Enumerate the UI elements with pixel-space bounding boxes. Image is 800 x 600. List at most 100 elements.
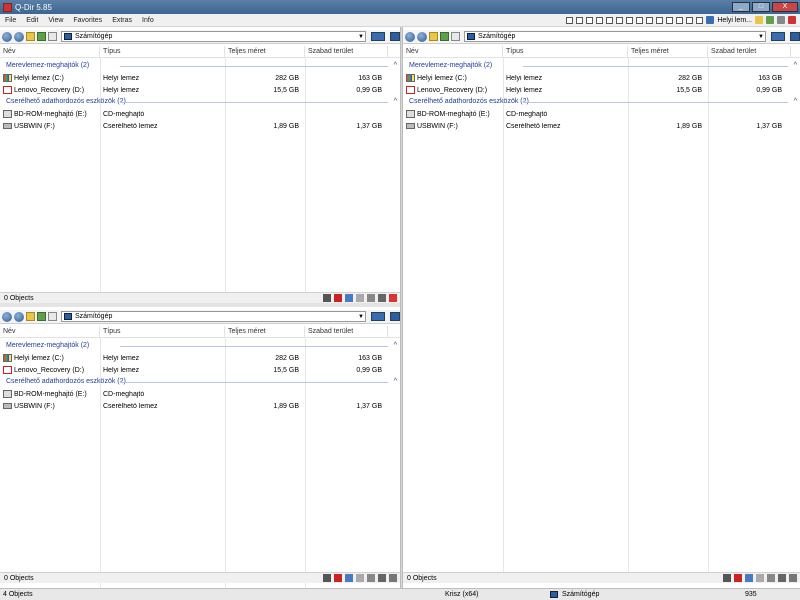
- views-icon[interactable]: [48, 312, 57, 321]
- dropdown-icon[interactable]: ▼: [757, 34, 765, 40]
- group-hard-drives[interactable]: Merevlemez-meghajtók (2) ^: [0, 60, 400, 72]
- address-input[interactable]: Számítógép ▼: [464, 31, 766, 42]
- layout-11-icon[interactable]: [666, 16, 674, 24]
- layout-9-icon[interactable]: [646, 16, 654, 24]
- list-item[interactable]: USBWIN (F:) Cserélhető lemez 1,89 GB 1,3…: [0, 120, 400, 132]
- menu-info[interactable]: Info: [137, 17, 159, 24]
- minimize-button[interactable]: _: [732, 2, 750, 12]
- view-mode-icon[interactable]: [371, 312, 385, 321]
- panel-menu-icon[interactable]: [390, 32, 400, 41]
- layout-8-icon[interactable]: [636, 16, 644, 24]
- panel-menu-icon[interactable]: [790, 32, 800, 41]
- group-removable[interactable]: Cserélhető adathordozós eszközök (2) ^: [0, 96, 400, 108]
- list-item[interactable]: BD-ROM-meghajtó (E:) CD-meghajtó: [403, 108, 800, 120]
- up-folder-icon[interactable]: [26, 312, 35, 321]
- col-type[interactable]: Típus: [100, 326, 225, 338]
- layout-10-icon[interactable]: [656, 16, 664, 24]
- layout-3-icon[interactable]: [586, 16, 594, 24]
- delete-icon[interactable]: [334, 574, 342, 582]
- delete-icon[interactable]: [734, 574, 742, 582]
- group-removable[interactable]: Cserélhető adathordozós eszközök (2) ^: [0, 376, 400, 388]
- group-removable[interactable]: Cserélhető adathordozós eszközök (2) ^: [403, 96, 800, 108]
- list-item[interactable]: Helyi lemez (C:) Helyi lemez 282 GB 163 …: [0, 352, 400, 364]
- copy-icon[interactable]: [345, 574, 353, 582]
- paste-icon[interactable]: [356, 294, 364, 302]
- col-total-size[interactable]: Teljes méret: [225, 46, 305, 58]
- back-icon[interactable]: [405, 31, 415, 42]
- dropdown-icon[interactable]: ▼: [357, 34, 365, 40]
- delete-icon[interactable]: [334, 294, 342, 302]
- menu-edit[interactable]: Edit: [21, 17, 43, 24]
- properties-icon[interactable]: [367, 294, 375, 302]
- back-icon[interactable]: [2, 311, 12, 322]
- up-folder-icon[interactable]: [429, 32, 438, 41]
- layout-7-icon[interactable]: [626, 16, 634, 24]
- back-icon[interactable]: [2, 31, 12, 42]
- col-total-size[interactable]: Teljes méret: [225, 326, 305, 338]
- menu-favorites[interactable]: Favorites: [68, 17, 107, 24]
- view-mode-icon[interactable]: [771, 32, 785, 41]
- col-free-space[interactable]: Szabad terület: [708, 46, 791, 58]
- list-item[interactable]: Helyi lemez (C:) Helyi lemez 282 GB 163 …: [0, 72, 400, 84]
- group-hard-drives[interactable]: Merevlemez-meghajtók (2) ^: [403, 60, 800, 72]
- group-hard-drives[interactable]: Merevlemez-meghajtók (2) ^: [0, 340, 400, 352]
- menu-file[interactable]: File: [0, 17, 21, 24]
- pane-right[interactable]: Számítógép ▼ Név Típus Teljes méret Szab…: [403, 27, 800, 588]
- maximize-button[interactable]: □: [752, 2, 770, 12]
- layout-2-icon[interactable]: [576, 16, 584, 24]
- filter-icon[interactable]: [323, 574, 331, 582]
- settings-icon[interactable]: [778, 574, 786, 582]
- close-button[interactable]: X: [772, 2, 798, 12]
- forward-icon[interactable]: [14, 311, 24, 322]
- list-item[interactable]: BD-ROM-meghajtó (E:) CD-meghajtó: [0, 108, 400, 120]
- filter-icon[interactable]: [323, 294, 331, 302]
- views-icon[interactable]: [48, 32, 57, 41]
- list-item[interactable]: Helyi lemez (C:) Helyi lemez 282 GB 163 …: [403, 72, 800, 84]
- col-type[interactable]: Típus: [100, 46, 225, 58]
- views-icon[interactable]: [451, 32, 460, 41]
- panel-menu-icon[interactable]: [390, 312, 400, 321]
- refresh-icon[interactable]: [37, 312, 46, 321]
- menu-extras[interactable]: Extras: [107, 17, 137, 24]
- layout-1-icon[interactable]: [566, 16, 574, 24]
- col-free-space[interactable]: Szabad terület: [305, 46, 388, 58]
- copy-icon[interactable]: [745, 574, 753, 582]
- filter-icon[interactable]: [723, 574, 731, 582]
- col-total-size[interactable]: Teljes méret: [628, 46, 708, 58]
- col-type[interactable]: Típus: [503, 46, 628, 58]
- col-name[interactable]: Név: [0, 326, 100, 338]
- layout-14-icon[interactable]: [696, 16, 704, 24]
- col-name[interactable]: Név: [403, 46, 503, 58]
- list-item[interactable]: BD-ROM-meghajtó (E:) CD-meghajtó: [0, 388, 400, 400]
- pane-top-left[interactable]: Számítógép ▼ Név Típus Teljes méret Szab…: [0, 27, 400, 303]
- list-item[interactable]: USBWIN (F:) Cserélhető lemez 1,89 GB 1,3…: [0, 400, 400, 412]
- quit-icon[interactable]: [788, 16, 796, 24]
- paste-icon[interactable]: [356, 574, 364, 582]
- dropdown-icon[interactable]: ▼: [357, 314, 365, 320]
- refresh-icon[interactable]: [440, 32, 449, 41]
- layout-12-icon[interactable]: [676, 16, 684, 24]
- favorites-icon[interactable]: [755, 16, 763, 24]
- list-item[interactable]: Lenovo_Recovery (D:) Helyi lemez 15,5 GB…: [0, 84, 400, 96]
- layout-5-icon[interactable]: [606, 16, 614, 24]
- help-icon[interactable]: [777, 16, 785, 24]
- address-input[interactable]: Számítógép ▼: [61, 31, 366, 42]
- settings-icon[interactable]: [378, 574, 386, 582]
- layout-4-icon[interactable]: [596, 16, 604, 24]
- pane-bottom-left[interactable]: Számítógép ▼ Név Típus Teljes méret Szab…: [0, 307, 400, 588]
- layout-6-icon[interactable]: [616, 16, 624, 24]
- address-input[interactable]: Számítógép ▼: [61, 311, 366, 322]
- pane-menu-icon[interactable]: [789, 574, 797, 582]
- list-item[interactable]: Lenovo_Recovery (D:) Helyi lemez 15,5 GB…: [403, 84, 800, 96]
- layout-13-icon[interactable]: [686, 16, 694, 24]
- col-name[interactable]: Név: [0, 46, 100, 58]
- copy-icon[interactable]: [345, 294, 353, 302]
- pane-close-icon[interactable]: [389, 294, 397, 302]
- view-mode-icon[interactable]: [371, 32, 385, 41]
- col-free-space[interactable]: Szabad terület: [305, 326, 388, 338]
- pane-menu-icon[interactable]: [389, 574, 397, 582]
- star-icon[interactable]: [766, 16, 774, 24]
- menu-view[interactable]: View: [43, 17, 68, 24]
- paste-icon[interactable]: [756, 574, 764, 582]
- up-folder-icon[interactable]: [26, 32, 35, 41]
